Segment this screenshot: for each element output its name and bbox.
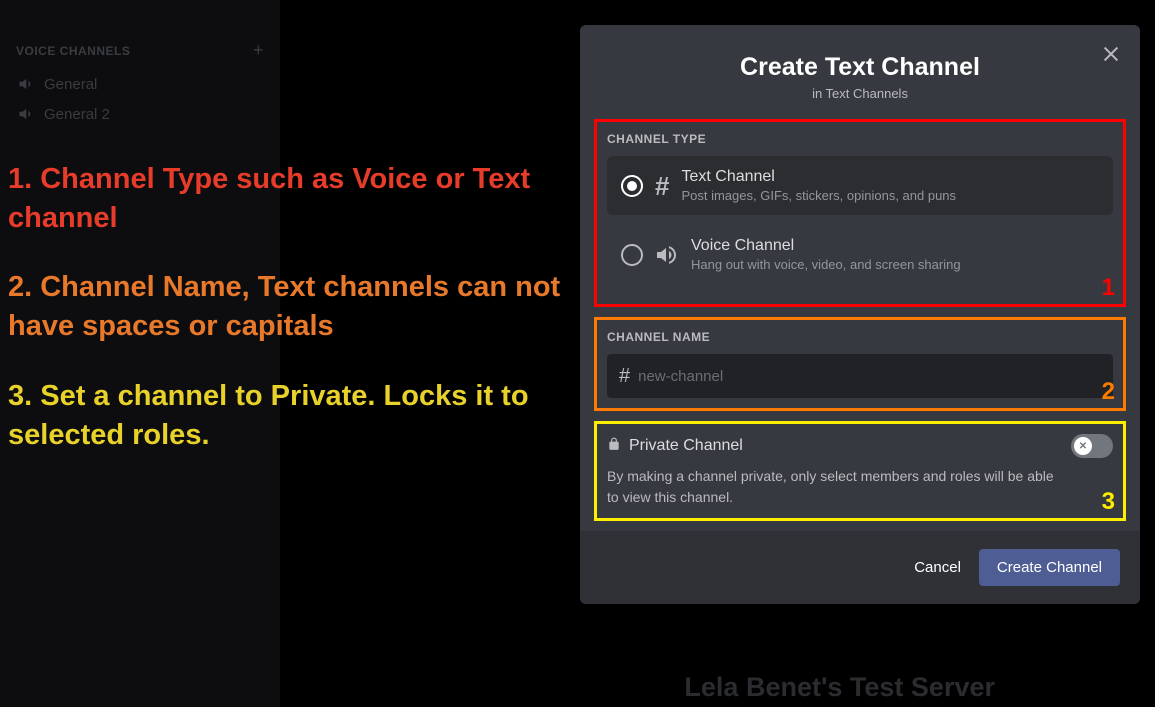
- voice-channels-header[interactable]: VOICE CHANNELS +: [8, 40, 272, 61]
- modal-header: Create Text Channel in Text Channels: [580, 25, 1140, 119]
- hash-icon: #: [619, 365, 630, 388]
- modal-subtitle: in Text Channels: [600, 86, 1120, 101]
- text-channel-option[interactable]: # Text Channel Post images, GIFs, sticke…: [607, 156, 1113, 215]
- box-number-1: 1: [1102, 274, 1115, 302]
- radio-unselected-icon: [621, 244, 643, 266]
- speaker-icon: [18, 105, 36, 123]
- private-toggle[interactable]: [1071, 434, 1113, 458]
- close-icon: [1100, 43, 1122, 65]
- channel-name-input-wrap[interactable]: #: [607, 354, 1113, 398]
- channel-name-input[interactable]: [638, 368, 1101, 385]
- voice-channel-item[interactable]: General: [8, 69, 272, 99]
- channel-type-section: CHANNEL TYPE # Text Channel Post images,…: [594, 119, 1126, 307]
- voice-channel-option[interactable]: Voice Channel Hang out with voice, video…: [607, 225, 1113, 284]
- voice-channel-name: General: [44, 76, 97, 93]
- modal-title: Create Text Channel: [600, 53, 1120, 82]
- server-watermark: Lela Benet's Test Server: [684, 672, 995, 703]
- modal-footer: Cancel Create Channel: [580, 531, 1140, 604]
- annotation-2: 2. Channel Name, Text channels can not h…: [8, 268, 568, 346]
- voice-channel-name: General 2: [44, 106, 110, 123]
- lock-icon: [607, 437, 621, 456]
- private-channel-section: Private Channel By making a channel priv…: [594, 421, 1126, 521]
- text-option-desc: Post images, GIFs, stickers, opinions, a…: [681, 188, 1099, 203]
- toggle-knob-icon: [1074, 437, 1092, 455]
- annotation-3: 3. Set a channel to Private. Locks it to…: [8, 377, 568, 455]
- voice-option-title: Voice Channel: [691, 237, 1099, 255]
- box-number-3: 3: [1102, 488, 1115, 516]
- radio-selected-icon: [621, 175, 643, 197]
- private-channel-desc: By making a channel private, only select…: [607, 466, 1057, 508]
- cancel-button[interactable]: Cancel: [914, 559, 961, 576]
- box-number-2: 2: [1102, 378, 1115, 406]
- close-button[interactable]: [1100, 43, 1122, 70]
- create-channel-button[interactable]: Create Channel: [979, 549, 1120, 586]
- channel-name-label: CHANNEL NAME: [607, 330, 1113, 344]
- hash-icon: #: [655, 173, 669, 199]
- create-channel-modal: Create Text Channel in Text Channels CHA…: [580, 25, 1140, 604]
- text-option-title: Text Channel: [681, 168, 1099, 186]
- add-voice-channel-icon[interactable]: +: [253, 40, 264, 61]
- annotation-overlay: 1. Channel Type such as Voice or Text ch…: [8, 160, 568, 485]
- channel-name-section: CHANNEL NAME # 2: [594, 317, 1126, 411]
- private-channel-title: Private Channel: [629, 437, 743, 455]
- speaker-icon: [655, 243, 679, 267]
- channel-type-label: CHANNEL TYPE: [607, 132, 1113, 146]
- speaker-icon: [18, 75, 36, 93]
- voice-channels-label: VOICE CHANNELS: [16, 44, 130, 58]
- voice-option-desc: Hang out with voice, video, and screen s…: [691, 257, 1099, 272]
- annotation-1: 1. Channel Type such as Voice or Text ch…: [8, 160, 568, 238]
- voice-channel-item[interactable]: General 2: [8, 99, 272, 129]
